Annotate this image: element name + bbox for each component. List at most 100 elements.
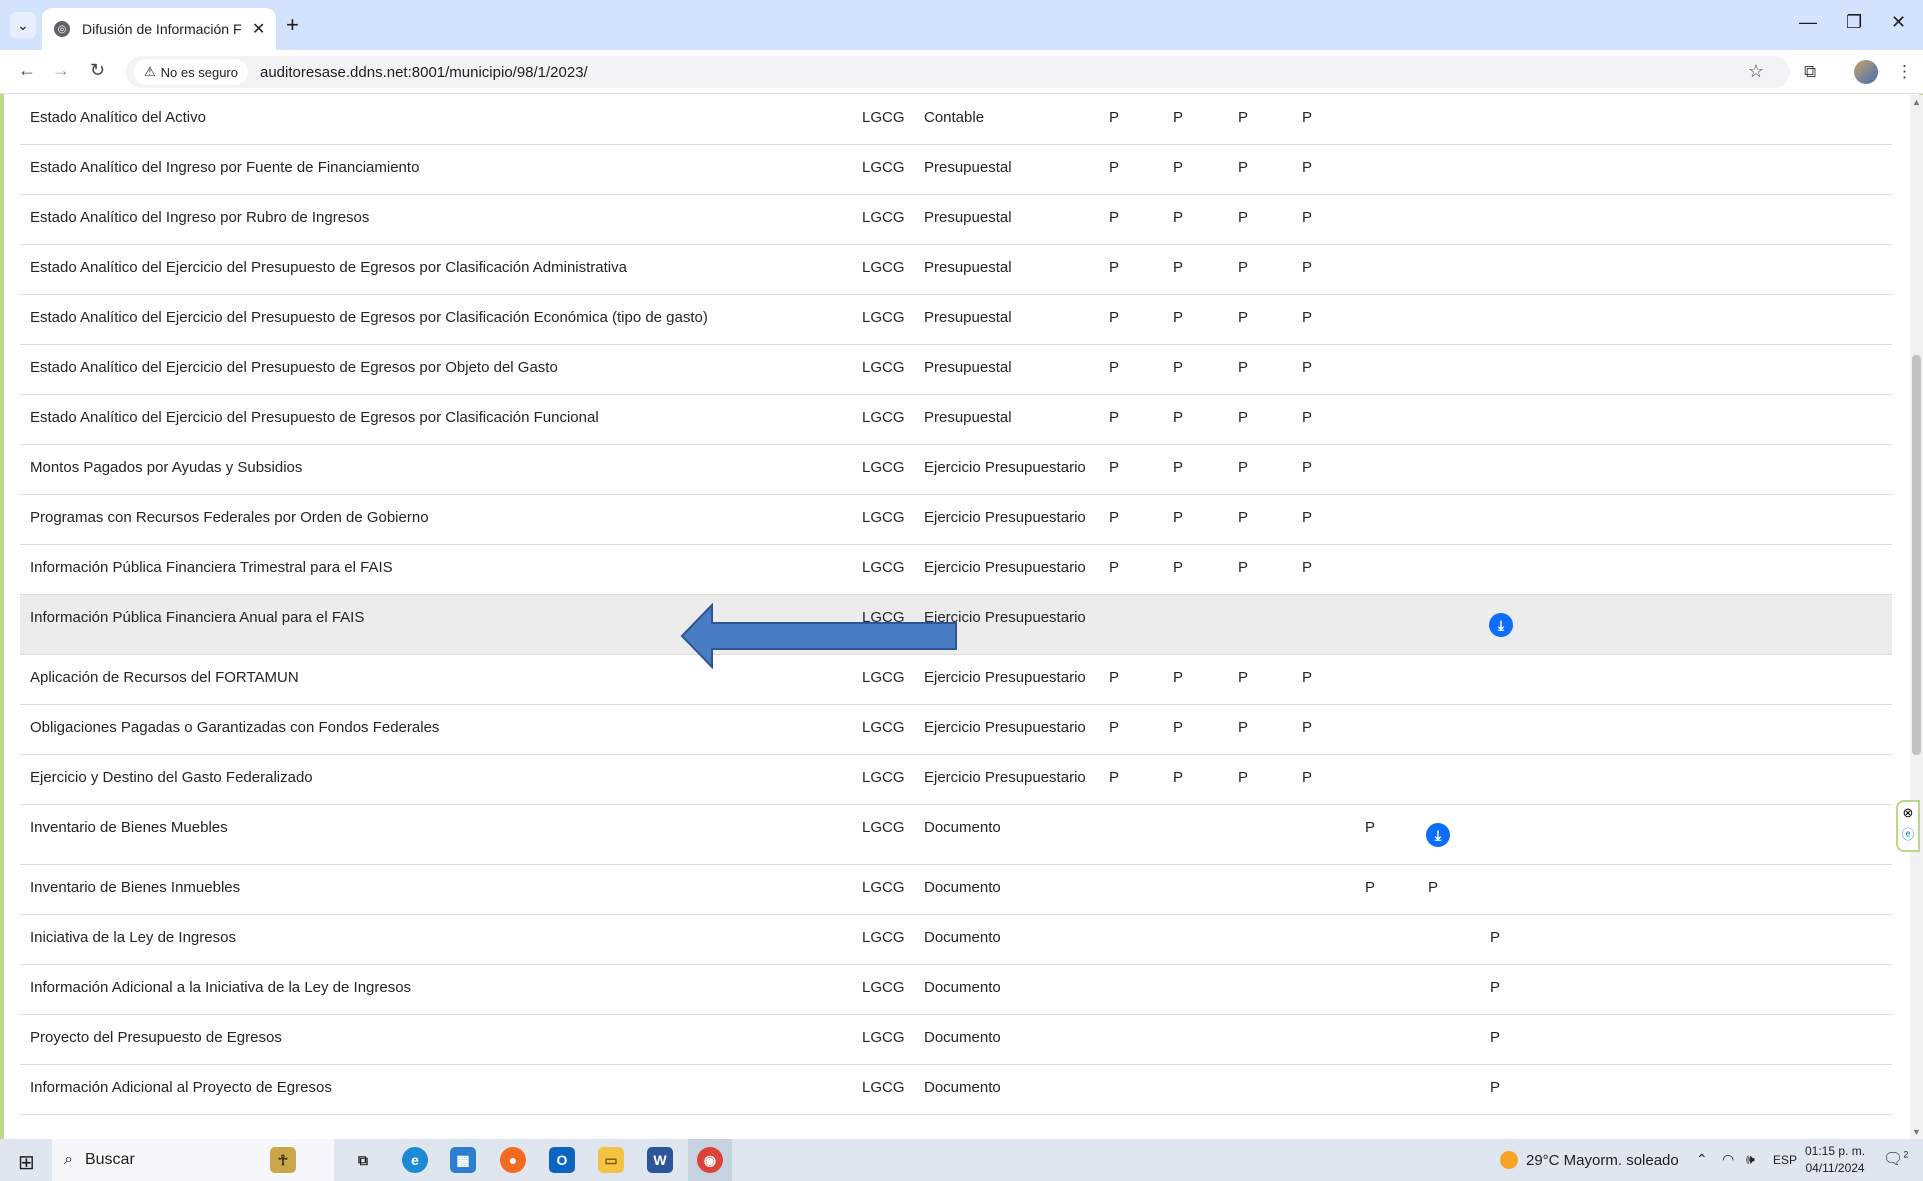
law-code: LGCG <box>862 559 905 576</box>
law-code: LGCG <box>862 719 905 736</box>
report-name: Ejercicio y Destino del Gasto Federaliza… <box>30 769 313 786</box>
firefox-icon[interactable]: ● <box>500 1147 526 1173</box>
period-mark: P <box>1173 359 1184 376</box>
period-mark: P <box>1109 669 1120 686</box>
url-text[interactable]: auditoresase.ddns.net:8001/municipio/98/… <box>260 64 588 81</box>
period-mark: P <box>1109 159 1120 176</box>
report-type: Documento <box>924 879 1001 896</box>
forward-icon[interactable]: → <box>52 60 70 81</box>
period-mark: P <box>1302 109 1313 126</box>
close-widget-icon[interactable]: ⊗ <box>1898 802 1918 824</box>
notification-count: 2 <box>1903 1149 1909 1160</box>
report-type: Documento <box>924 979 1001 996</box>
edge-icon[interactable]: e <box>402 1147 428 1173</box>
browser-tab[interactable]: ◎ Difusión de Información Financ ✕ <box>42 8 276 50</box>
report-name: Estado Analítico del Activo <box>30 109 206 126</box>
wifi-icon[interactable]: ◠ <box>1722 1151 1734 1168</box>
scroll-down-arrow[interactable]: ▼ <box>1912 1127 1921 1137</box>
scroll-up-arrow[interactable]: ▲ <box>1912 97 1921 107</box>
edge-widget-icon[interactable]: ⓔ <box>1898 824 1918 846</box>
table-row: Montos Pagados por Ayudas y Subsidios LGC… <box>20 445 1892 495</box>
law-code: LGCG <box>862 509 905 526</box>
period-mark: P <box>1109 359 1120 376</box>
windows-start-icon[interactable]: ⊞ <box>18 1150 35 1175</box>
clock[interactable]: 01:15 p. m. 04/11/2024 <box>1805 1143 1865 1177</box>
report-name: Aplicación de Recursos del FORTAMUN <box>30 669 299 686</box>
download-icon[interactable]: ⤓ <box>1426 823 1450 847</box>
table-row: Inventario de Bienes Inmuebles LGCG Docume… <box>20 865 1892 915</box>
weather-widget[interactable]: 29°C Mayorm. soleado <box>1500 1151 1679 1169</box>
menu-icon[interactable]: ⋮ <box>1896 62 1913 82</box>
law-code: LGCG <box>862 929 905 946</box>
store-icon[interactable]: ▦ <box>450 1147 476 1173</box>
period-mark: P <box>1302 259 1313 276</box>
file-explorer-icon[interactable]: ▭ <box>598 1147 624 1173</box>
report-name: Estado Analítico del Ingreso por Fuente … <box>30 159 420 176</box>
law-code: LGCG <box>862 259 905 276</box>
notifications-icon[interactable]: 🗨2 <box>1883 1149 1908 1169</box>
period-mark: P <box>1302 159 1313 176</box>
report-type: Ejercicio Presupuestario <box>924 769 1086 786</box>
period-mark: P <box>1490 979 1501 996</box>
law-code: LGCG <box>862 359 905 376</box>
tray-chevron-icon[interactable]: ⌃ <box>1696 1151 1708 1168</box>
search-highlight-icon[interactable]: ☥ <box>270 1147 296 1173</box>
report-name: Iniciativa de la Ley de Ingresos <box>30 929 236 946</box>
period-mark: P <box>1238 209 1249 226</box>
law-code: LGCG <box>862 109 905 126</box>
restore-button[interactable]: ❐ <box>1846 12 1862 33</box>
law-code: LGCG <box>862 459 905 476</box>
table-row: Estado Analítico del Activo LGCG Contable P… <box>20 95 1892 145</box>
minimize-button[interactable]: — <box>1799 12 1817 33</box>
period-mark: P <box>1109 409 1120 426</box>
period-mark: P <box>1173 559 1184 576</box>
security-chip[interactable]: ⚠ No es seguro <box>134 59 248 85</box>
period-mark: P <box>1173 509 1184 526</box>
period-mark: P <box>1238 769 1249 786</box>
period-mark: P <box>1109 109 1120 126</box>
word-icon[interactable]: W <box>647 1147 673 1173</box>
scroll-thumb[interactable] <box>1912 355 1921 755</box>
language-indicator[interactable]: ESP <box>1773 1153 1797 1167</box>
report-type: Presupuestal <box>924 209 1012 226</box>
tab-search-button[interactable]: ⌄ <box>10 12 36 38</box>
period-mark: P <box>1238 719 1249 736</box>
new-tab-button[interactable]: + <box>286 12 299 38</box>
period-mark: P <box>1302 509 1313 526</box>
chrome-icon[interactable]: ◉ <box>697 1147 723 1173</box>
reload-icon[interactable]: ↻ <box>90 60 105 81</box>
period-mark: P <box>1302 459 1313 476</box>
globe-icon: ◎ <box>54 21 70 37</box>
table-row: Información Pública Financiera Trimestra… <box>20 545 1892 595</box>
table-row: Iniciativa de la Ley de Ingresos LGCG Docu… <box>20 915 1892 965</box>
back-icon[interactable]: ← <box>18 60 36 81</box>
table-row: Estado Analítico del Ejercicio del Presu… <box>20 345 1892 395</box>
period-mark: P <box>1109 719 1120 736</box>
profile-avatar[interactable] <box>1854 60 1878 84</box>
report-name: Inventario de Bienes Muebles <box>30 819 228 836</box>
extensions-icon[interactable]: ⧉ <box>1804 62 1816 82</box>
vertical-scrollbar[interactable]: ▲ ▼ <box>1910 95 1923 1139</box>
period-mark: P <box>1302 559 1313 576</box>
outlook-icon[interactable]: O <box>549 1147 575 1173</box>
law-code: LGCG <box>862 879 905 896</box>
task-view-icon[interactable]: ⧉ <box>350 1147 376 1173</box>
table-row: Estado Analítico del Ejercicio del Presu… <box>20 395 1892 445</box>
report-type: Presupuestal <box>924 259 1012 276</box>
period-mark: P <box>1302 409 1313 426</box>
bookmark-star-icon[interactable]: ☆ <box>1748 61 1764 82</box>
weather-text: 29°C Mayorm. soleado <box>1526 1151 1679 1169</box>
report-type: Documento <box>924 819 1001 836</box>
period-mark: P <box>1173 719 1184 736</box>
period-mark: P <box>1109 309 1120 326</box>
side-widget[interactable]: ⊗ ⓔ <box>1896 800 1920 852</box>
download-icon[interactable]: ⤓ <box>1489 613 1513 637</box>
report-type: Presupuestal <box>924 309 1012 326</box>
close-tab-icon[interactable]: ✕ <box>252 19 265 39</box>
clock-date: 04/11/2024 <box>1805 1161 1865 1175</box>
report-name: Información Pública Financiera Anual par… <box>30 609 365 626</box>
period-mark: P <box>1238 559 1249 576</box>
close-window-button[interactable]: ✕ <box>1891 12 1906 33</box>
volume-icon[interactable]: 🕪 <box>1746 1151 1755 1168</box>
address-bar[interactable]: ⚠ No es seguro auditoresase.ddns.net:800… <box>126 56 1790 88</box>
